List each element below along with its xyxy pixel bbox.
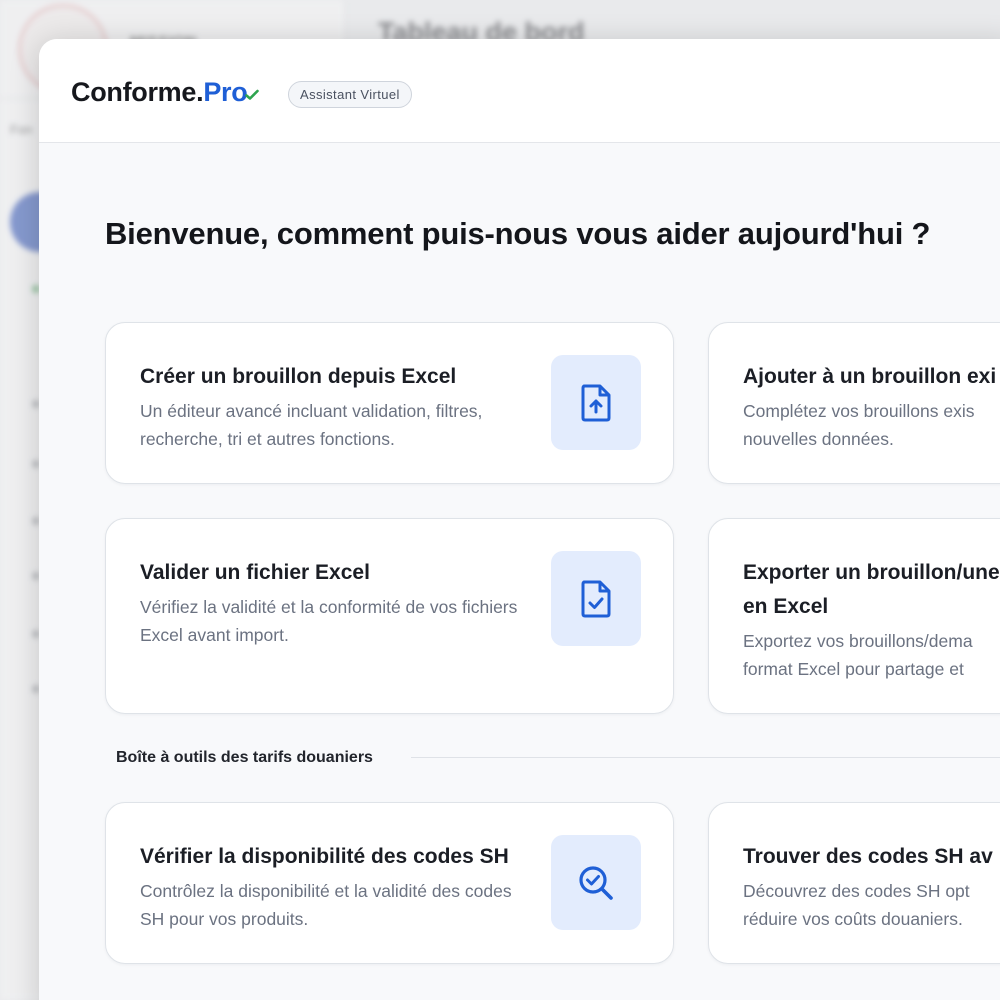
- brand-name: Conforme.: [71, 77, 204, 107]
- card-title: Vérifier la disponibilité des codes SH: [140, 845, 509, 868]
- brand-accent: Pro: [203, 77, 248, 107]
- assistant-modal: Conforme. Pro Assistant Virtuel Bienvenue…: [39, 39, 1000, 1000]
- card-title: Trouver des codes SH av: [743, 845, 993, 868]
- file-check-icon: [581, 580, 611, 617]
- card-description: Exportez vos brouillons/dema format Exce…: [743, 627, 973, 683]
- card-description-line: Complétez vos brouillons exis: [743, 401, 975, 421]
- card-find-hs-codes[interactable]: Trouver des codes SH av Découvrez des co…: [708, 802, 1000, 964]
- card-icon-box: [551, 355, 641, 450]
- section-divider: [411, 757, 1000, 758]
- card-create-draft-from-excel[interactable]: Créer un brouillon depuis Excel Un édite…: [105, 322, 674, 484]
- card-title-line: Exporter un brouillon/une: [743, 561, 1000, 584]
- search-check-icon: [579, 865, 613, 900]
- card-icon-box: [551, 835, 641, 930]
- card-description: Un éditeur avancé incluant validation, f…: [140, 401, 483, 449]
- card-add-to-draft[interactable]: Ajouter à un brouillon exi Complétez vos…: [708, 322, 1000, 484]
- card-title: Valider un fichier Excel: [140, 561, 370, 584]
- card-icon-box: [551, 551, 641, 646]
- brand-check-icon: [245, 89, 260, 100]
- card-description-line: format Excel pour partage et: [743, 659, 964, 679]
- assistant-badge: Assistant Virtuel: [288, 81, 412, 108]
- toolbox-section-label: Boîte à outils des tarifs douaniers: [116, 749, 373, 766]
- card-description-line: Découvrez des codes SH opt: [743, 881, 970, 901]
- welcome-heading: Bienvenue, comment puis-nous vous aider …: [105, 216, 931, 251]
- modal-header: Conforme. Pro Assistant Virtuel: [39, 39, 1000, 143]
- card-check-hs-codes[interactable]: Vérifier la disponibilité des codes SH C…: [105, 802, 674, 964]
- card-description: Vérifiez la validité et la conformité de…: [140, 597, 518, 645]
- card-title-line: en Excel: [743, 595, 829, 618]
- card-export-draft[interactable]: Exporter un brouillon/une en Excel Expor…: [708, 518, 1000, 714]
- card-title: Exporter un brouillon/une en Excel: [743, 556, 1000, 624]
- card-title: Créer un brouillon depuis Excel: [140, 365, 457, 388]
- card-description-line: réduire vos coûts douaniers.: [743, 909, 963, 929]
- brand-logo: Conforme. Pro: [71, 77, 260, 108]
- card-validate-excel[interactable]: Valider un fichier Excel Vérifiez la val…: [105, 518, 674, 714]
- card-description: Complétez vos brouillons exis nouvelles …: [743, 397, 975, 453]
- card-description: Contrôlez la disponibilité et la validit…: [140, 881, 512, 929]
- sidebar-label: Fon: [10, 122, 33, 137]
- card-description-line: nouvelles données.: [743, 429, 894, 449]
- card-description-line: Exportez vos brouillons/dema: [743, 631, 973, 651]
- card-description: Découvrez des codes SH opt réduire vos c…: [743, 877, 970, 933]
- card-title: Ajouter à un brouillon exi: [743, 365, 997, 388]
- file-upload-icon: [581, 384, 611, 421]
